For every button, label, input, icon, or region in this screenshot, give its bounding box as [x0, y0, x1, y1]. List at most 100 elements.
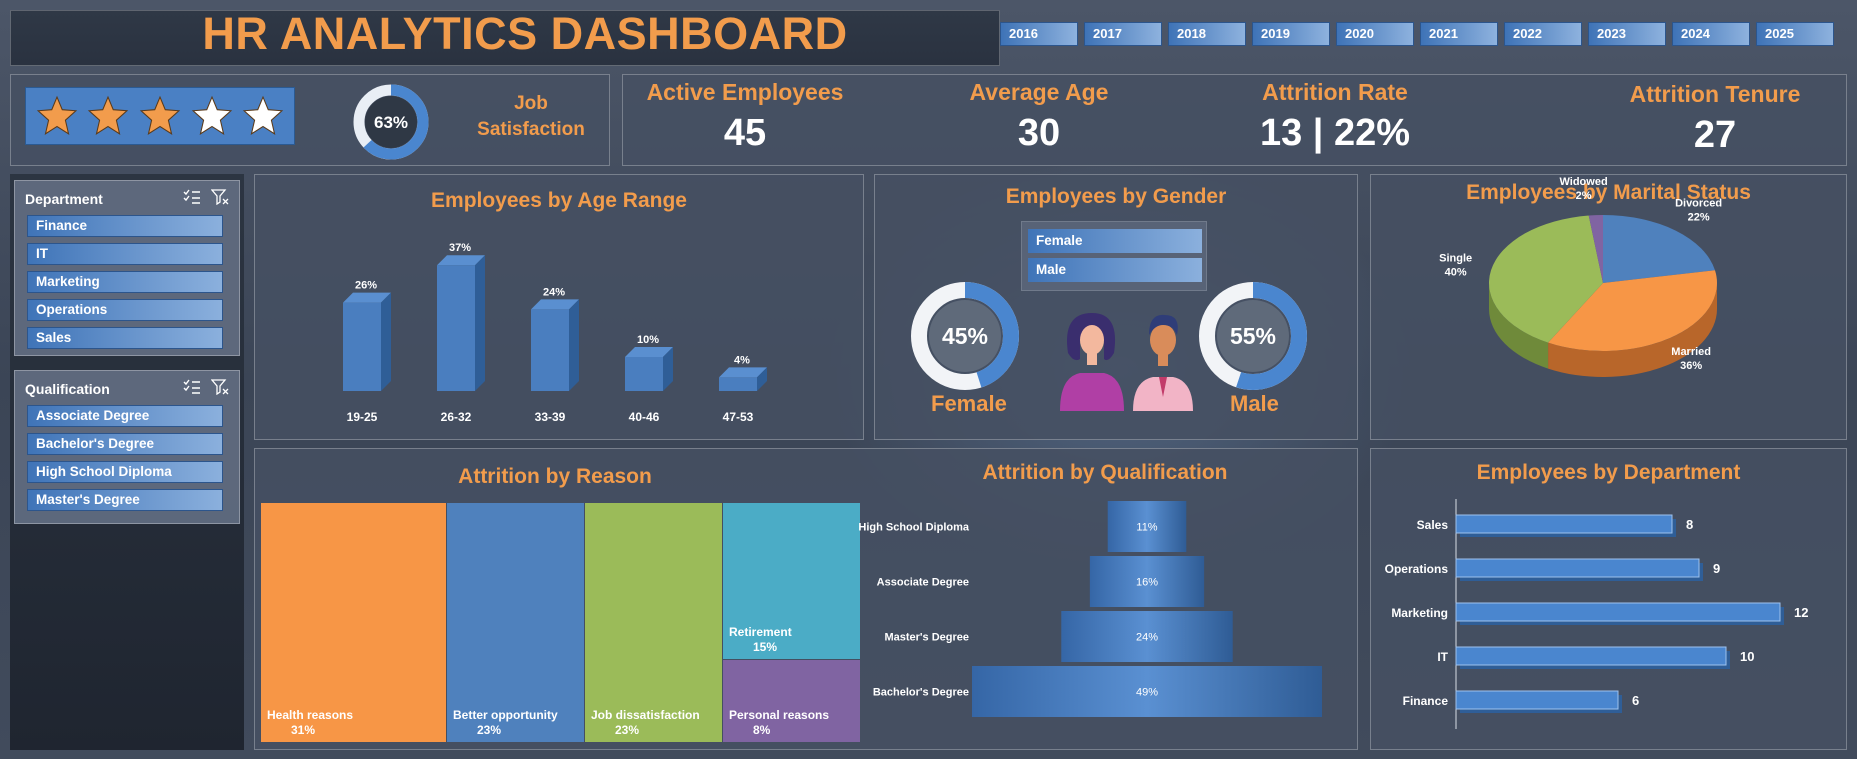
dept-category-label: Marketing [1391, 606, 1448, 620]
age-bar [437, 265, 475, 391]
pie-value-label: 2% [1576, 190, 1592, 202]
kpi-value: 30 [1017, 112, 1061, 154]
funnel-category-label: Associate Degree [877, 577, 969, 589]
star-icon [243, 95, 284, 135]
star-filled [36, 95, 77, 135]
dept-bar [1455, 602, 1781, 622]
year-button-2017[interactable]: 2017 [1084, 22, 1162, 46]
funnel-category-label: High School Diploma [858, 522, 969, 534]
year-button-2024[interactable]: 2024 [1672, 22, 1750, 46]
treemap-value: 8% [753, 722, 771, 737]
year-button-2016[interactable]: 2016 [1000, 22, 1078, 46]
treemap-category: Retirement [729, 624, 792, 639]
funnel-category-label: Master's Degree [884, 632, 969, 644]
job-satisfaction-label: Job Satisfaction [477, 93, 585, 140]
kpi-value: 13 | 22% [1259, 112, 1411, 154]
female-avatar-icon [1060, 313, 1124, 411]
slicer-title: Department [25, 191, 103, 207]
star-icon [36, 95, 77, 135]
slicer-item-marketing[interactable]: Marketing [27, 271, 223, 293]
age-bar-label: 10% [637, 334, 659, 346]
kpi-value: 45 [723, 112, 767, 154]
dept-bar-value: 6 [1632, 693, 1639, 708]
funnel-value-label: 11% [1136, 522, 1157, 534]
female-donut: 45% [911, 282, 1019, 390]
treemap-cell-better-opportunity: Better opportunity 23% [447, 503, 584, 742]
kpi-active-employees: Active Employees 45 [615, 79, 875, 155]
treemap-label: Health reasons 31% [267, 708, 353, 738]
treemap-value: 23% [477, 723, 502, 737]
treemap-value: 23% [615, 723, 640, 737]
multi-select-icon[interactable] [183, 189, 201, 205]
gender-chart-panel: Employees by Gender Female Male 45% 55% [874, 174, 1358, 440]
dept-bar [1455, 690, 1619, 710]
kpi-attrition-tenure: Attrition Tenure 27 [1585, 81, 1845, 157]
treemap-label: Job dissatisfaction 23% [591, 708, 700, 738]
dept-bar-value: 9 [1713, 561, 1720, 576]
male-avatar-icon [1133, 314, 1193, 411]
clear-filter-icon[interactable] [211, 189, 229, 205]
slicer-item-associate-degree[interactable]: Associate Degree [27, 405, 223, 427]
star-empty [191, 95, 232, 135]
attrition-qualification-funnel: 11% High School Diploma 16% Associate Degre… [858, 501, 1322, 717]
slicer-title: Qualification [25, 381, 110, 397]
slicer-item-bachelor-s-degree[interactable]: Bachelor's Degree [27, 433, 223, 455]
male-donut: 55% [1199, 282, 1307, 390]
year-button-2021[interactable]: 2021 [1420, 22, 1498, 46]
pie-category-label: Divorced [1675, 198, 1722, 210]
treemap-label: Personal reasons 8% [729, 708, 829, 738]
treemap-label: Retirement 15% [729, 625, 792, 655]
pie-category-label: Single [1439, 252, 1472, 264]
year-button-2019[interactable]: 2019 [1252, 22, 1330, 46]
year-button-2023[interactable]: 2023 [1588, 22, 1666, 46]
kpi-average-age: Average Age 30 [909, 79, 1169, 155]
marital-status-chart-panel: Employees by Marital Status Divorced 22% M… [1370, 174, 1847, 440]
pie-value-label: 40% [1445, 266, 1467, 278]
year-button-2020[interactable]: 2020 [1336, 22, 1414, 46]
year-button-2025[interactable]: 2025 [1756, 22, 1834, 46]
dept-bar [1455, 558, 1700, 578]
star-icon [139, 95, 181, 135]
treemap-category: Job dissatisfaction [591, 708, 700, 722]
marital-status-pie: Divorced 22% Married 36% Single 40% Widowed 2% [1439, 176, 1722, 377]
star-empty [243, 95, 284, 135]
slicer-item-operations[interactable]: Operations [27, 299, 223, 321]
kpi-label: Attrition Tenure [1629, 81, 1801, 107]
treemap-value: 15% [753, 639, 778, 654]
slicer-item-high-school-diploma[interactable]: High School Diploma [27, 461, 223, 483]
age-category-label: 19-25 [347, 410, 378, 424]
year-button-2022[interactable]: 2022 [1504, 22, 1582, 46]
age-category-label: 47-53 [723, 410, 754, 424]
treemap-cell-retirement: Retirement 15% [723, 503, 860, 659]
clear-filter-icon[interactable] [211, 379, 229, 395]
attrition-panel: Attrition by Reason Health reasons 31% Bet… [254, 448, 1358, 750]
treemap-category: Better opportunity [453, 708, 558, 722]
funnel-value-label: 24% [1136, 632, 1158, 644]
kpi-label: Active Employees [646, 79, 844, 105]
star-rating [25, 87, 295, 145]
age-bar-label: 24% [543, 286, 565, 298]
qualification-slicer: Qualification Associate Degree Bachelor's… [14, 370, 240, 524]
year-slicer: 2016 2017 2018 2019 2020 2021 2022 2023 2024 2025 [1000, 22, 1840, 50]
slicer-controls [183, 379, 229, 395]
star-icon [191, 95, 232, 135]
treemap-cell-personal-reasons: Personal reasons 8% [723, 659, 860, 742]
department-slicer: Department Finance IT Marketing Operations S… [14, 180, 240, 356]
slicer-item-sales[interactable]: Sales [27, 327, 223, 349]
slicer-item-master-s-degree[interactable]: Master's Degree [27, 489, 223, 511]
dept-bar-value: 12 [1794, 605, 1808, 620]
treemap-cell-job-dissatisfaction: Job dissatisfaction 23% [585, 503, 722, 742]
funnel-value-label: 16% [1136, 577, 1158, 589]
kpi-value: 27 [1693, 114, 1737, 156]
slicer-item-it[interactable]: IT [27, 243, 223, 265]
multi-select-icon[interactable] [183, 379, 201, 395]
rating-panel: 63% Job Satisfaction [10, 74, 610, 166]
star-filled [139, 95, 181, 135]
kpi-label: Average Age [969, 79, 1109, 105]
dept-bar [1455, 514, 1673, 534]
kpi-label: Attrition Rate [1262, 79, 1408, 105]
treemap-category: Personal reasons [729, 707, 830, 722]
year-button-2018[interactable]: 2018 [1168, 22, 1246, 46]
slicer-item-finance[interactable]: Finance [27, 215, 223, 237]
age-bar [343, 302, 381, 391]
